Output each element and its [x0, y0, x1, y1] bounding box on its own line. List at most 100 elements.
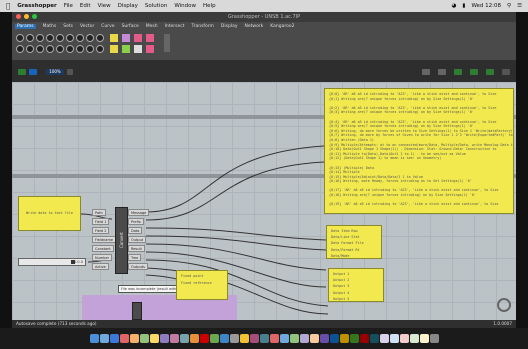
trash-icon[interactable]: [429, 334, 439, 343]
slider-icon[interactable]: [134, 45, 142, 53]
app-icon[interactable]: [419, 334, 429, 343]
swatch-icon[interactable]: [146, 34, 154, 42]
app-icon[interactable]: [159, 334, 169, 343]
menu-help[interactable]: Help: [203, 3, 216, 9]
app-icon[interactable]: [129, 334, 139, 343]
app-icon[interactable]: [119, 334, 129, 343]
wire[interactable]: [145, 251, 327, 288]
preview-icon[interactable]: [438, 69, 446, 75]
param-icon[interactable]: [36, 34, 44, 42]
menu-app-name[interactable]: Grasshopper: [17, 3, 57, 9]
search-icon[interactable]: ⚲: [507, 3, 511, 9]
param-icon[interactable]: [46, 34, 54, 42]
save-icon[interactable]: [18, 69, 26, 75]
preview-mode-icon[interactable]: [470, 69, 478, 75]
tab-surface[interactable]: Surface: [122, 24, 139, 29]
app-icon[interactable]: [329, 334, 339, 343]
text-panel-small[interactable]: Output 1 Output 2 Output 3 Output 4 Outp…: [328, 268, 384, 302]
param-icon[interactable]: [76, 34, 84, 42]
app-icon[interactable]: [179, 334, 189, 343]
text-panel-output[interactable]: {0;0} 'AR' a6 a5 id intruding to 'A23', …: [324, 88, 514, 214]
app-icon[interactable]: [409, 334, 419, 343]
output-param[interactable]: Message: [128, 209, 150, 216]
tab-sets[interactable]: Sets: [63, 24, 73, 29]
param-icon[interactable]: [16, 34, 24, 42]
tab-mesh[interactable]: Mesh: [146, 24, 158, 29]
toggle-icon[interactable]: [122, 45, 130, 53]
tab-network[interactable]: Network: [245, 24, 264, 29]
menu-display[interactable]: Display: [118, 3, 138, 9]
menu-window[interactable]: Window: [174, 3, 196, 9]
finder-icon[interactable]: [89, 334, 99, 343]
input-param[interactable]: Fieldname: [92, 236, 117, 243]
app-icon[interactable]: [309, 334, 319, 343]
zoom-window-button[interactable]: [32, 14, 37, 19]
app-icon[interactable]: [359, 334, 369, 343]
tab-params[interactable]: Params: [15, 23, 36, 29]
app-icon[interactable]: [319, 334, 329, 343]
purple-panel[interactable]: Fixed point Fixed reference: [176, 270, 228, 300]
app-icon[interactable]: [169, 334, 179, 343]
menu-view[interactable]: View: [98, 3, 111, 9]
input-param[interactable]: Path: [92, 209, 106, 216]
input-param[interactable]: Field 1: [92, 218, 110, 225]
apple-icon[interactable]: : [6, 2, 10, 10]
wire[interactable]: [145, 145, 325, 213]
zoom-dropdown-icon[interactable]: [67, 69, 73, 75]
sketch-icon[interactable]: [422, 69, 430, 75]
param-icon[interactable]: [96, 34, 104, 42]
output-param[interactable]: Tree: [128, 254, 142, 261]
preview-mode-icon[interactable]: [486, 69, 494, 75]
swatch-icon[interactable]: [134, 34, 142, 42]
menu-solution[interactable]: Solution: [145, 3, 167, 9]
param-icon[interactable]: [36, 45, 44, 53]
app-icon[interactable]: [399, 334, 409, 343]
panel-icon[interactable]: [110, 34, 118, 42]
param-icon[interactable]: [46, 45, 54, 53]
panel-icon[interactable]: [110, 45, 118, 53]
app-icon[interactable]: [379, 334, 389, 343]
param-icon[interactable]: [66, 34, 74, 42]
canvas-navigation-icon[interactable]: [497, 298, 511, 312]
app-icon[interactable]: [219, 334, 229, 343]
app-icon[interactable]: [349, 334, 359, 343]
param-icon[interactable]: [16, 45, 24, 53]
close-window-button[interactable]: [16, 14, 21, 19]
param-icon[interactable]: [56, 34, 64, 42]
app-icon[interactable]: [139, 334, 149, 343]
input-param[interactable]: Number: [92, 254, 113, 261]
gradient-icon[interactable]: [122, 34, 130, 42]
menubar-clock[interactable]: Wed 12:08: [471, 3, 501, 9]
app-icon[interactable]: [269, 334, 279, 343]
zoom-level[interactable]: 100%: [46, 69, 64, 75]
purple-component[interactable]: [132, 302, 142, 320]
input-param[interactable]: Field 2: [92, 227, 110, 234]
launchpad-icon[interactable]: [99, 334, 109, 343]
app-icon[interactable]: [239, 334, 249, 343]
param-icon[interactable]: [76, 45, 84, 53]
param-icon[interactable]: [26, 34, 34, 42]
tab-curve[interactable]: Curve: [101, 24, 114, 29]
settings-icon[interactable]: [502, 69, 510, 75]
app-icon[interactable]: [339, 334, 349, 343]
preview-mode-icon[interactable]: [454, 69, 462, 75]
app-icon[interactable]: [389, 334, 399, 343]
tab-display[interactable]: Display: [221, 24, 238, 29]
app-icon[interactable]: [229, 334, 239, 343]
menu-file[interactable]: File: [64, 3, 73, 9]
param-icon[interactable]: [96, 45, 104, 53]
tab-intersect[interactable]: Intersect: [165, 24, 185, 29]
grasshopper-canvas[interactable]: Write data to text file 0.0.0 Path Field…: [12, 82, 516, 320]
input-param[interactable]: Active: [92, 263, 109, 270]
swatch-icon[interactable]: [146, 45, 154, 53]
tab-vector[interactable]: Vector: [80, 24, 94, 29]
param-icon[interactable]: [86, 34, 94, 42]
app-icon[interactable]: [299, 334, 309, 343]
menu-edit[interactable]: Edit: [80, 3, 91, 9]
output-param[interactable]: Outputs: [128, 263, 148, 270]
param-icon[interactable]: [26, 45, 34, 53]
app-icon[interactable]: [279, 334, 289, 343]
app-icon[interactable]: [289, 334, 299, 343]
output-param[interactable]: Data: [128, 227, 143, 234]
tab-kangaroo[interactable]: Kangaroo2: [270, 24, 294, 29]
